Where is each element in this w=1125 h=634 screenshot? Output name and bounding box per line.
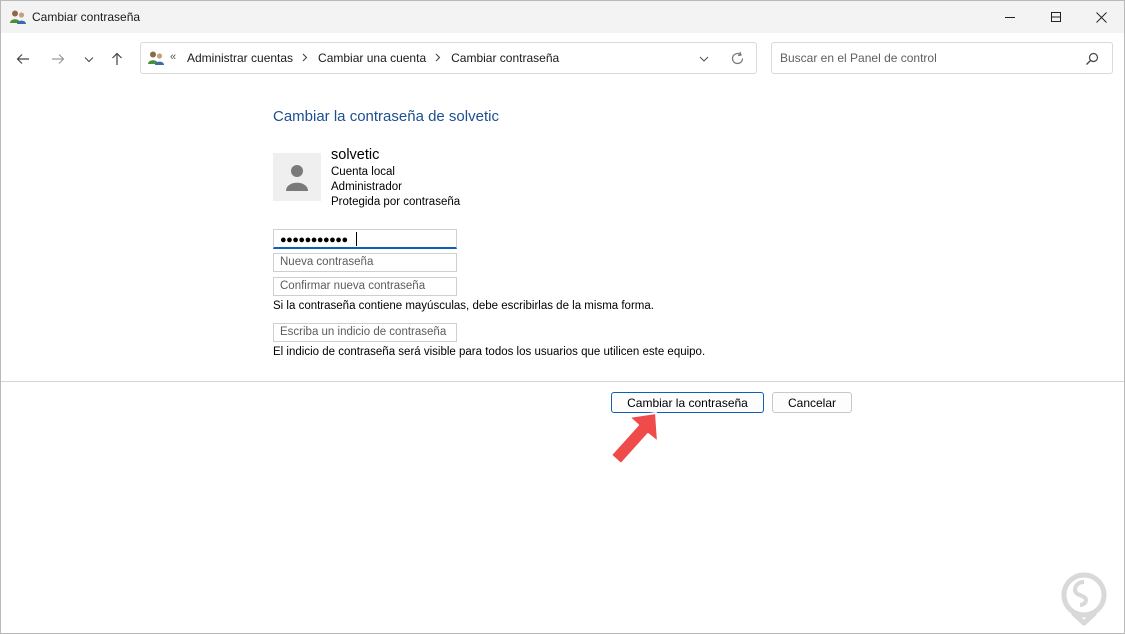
hint-visibility-note: El indicio de contraseña será visible pa… bbox=[273, 346, 706, 358]
up-button[interactable] bbox=[105, 45, 129, 73]
annotation-arrow-icon bbox=[610, 412, 659, 465]
search-input[interactable]: Buscar en el Panel de control bbox=[771, 42, 1113, 74]
user-avatar-icon bbox=[286, 165, 308, 191]
window: Cambiar contraseña « Administrar cuentas… bbox=[0, 0, 1125, 634]
navigation-bar: « Administrar cuentas Cambiar una cuenta… bbox=[1, 33, 1124, 85]
current-password-value: ●●●●●●●●●●● bbox=[280, 234, 348, 246]
up-arrow-icon bbox=[112, 52, 122, 65]
address-dropdown-icon[interactable] bbox=[698, 52, 712, 66]
watermark-logo bbox=[1061, 572, 1107, 626]
account-protection: Protegida por contraseña bbox=[331, 196, 461, 208]
user-name: solvetic bbox=[331, 147, 380, 163]
confirm-password-placeholder: Confirmar nueva contraseña bbox=[280, 280, 426, 292]
breadcrumb-item[interactable]: Administrar cuentas bbox=[186, 51, 294, 65]
forward-button[interactable] bbox=[46, 45, 70, 73]
breadcrumb-overflow[interactable]: « bbox=[170, 51, 176, 63]
avatar bbox=[273, 153, 321, 201]
users-icon bbox=[9, 9, 27, 25]
search-icon[interactable] bbox=[1085, 52, 1099, 66]
maximize-icon bbox=[1051, 12, 1061, 22]
account-type: Cuenta local bbox=[331, 166, 395, 178]
close-icon bbox=[1096, 11, 1107, 23]
window-title: Cambiar contraseña bbox=[32, 10, 141, 24]
cancel-label: Cancelar bbox=[787, 395, 837, 410]
refresh-icon[interactable] bbox=[730, 51, 746, 67]
password-hint-placeholder: Escriba un indicio de contraseña bbox=[280, 326, 447, 338]
minimize-button-area[interactable] bbox=[987, 1, 1033, 33]
confirm-password-field[interactable]: Confirmar nueva contraseña bbox=[273, 277, 457, 296]
back-arrow-icon bbox=[16, 54, 29, 64]
search-placeholder: Buscar en el Panel de control bbox=[780, 51, 937, 65]
new-password-field[interactable]: Nueva contraseña bbox=[273, 253, 457, 272]
close-button[interactable] bbox=[1079, 1, 1124, 33]
cancel-button[interactable]: Cancelar bbox=[772, 392, 852, 413]
case-sensitivity-note: Si la contraseña contiene mayúsculas, de… bbox=[273, 300, 654, 312]
control-panel-users-icon bbox=[147, 50, 165, 66]
current-password-field[interactable]: ●●●●●●●●●●● bbox=[273, 229, 457, 249]
breadcrumb: Administrar cuentas Cambiar una cuenta C… bbox=[186, 51, 560, 65]
chevron-down-icon bbox=[84, 56, 94, 62]
change-password-label: Cambiar la contraseña bbox=[627, 395, 748, 410]
chevron-right-icon[interactable] bbox=[435, 51, 441, 65]
recent-locations-button[interactable] bbox=[77, 45, 101, 73]
account-role: Administrador bbox=[331, 181, 402, 193]
title-bar: Cambiar contraseña bbox=[1, 1, 1124, 33]
breadcrumb-item[interactable]: Cambiar una cuenta bbox=[317, 51, 427, 65]
password-hint-field[interactable]: Escriba un indicio de contraseña bbox=[273, 323, 457, 342]
address-bar[interactable]: « Administrar cuentas Cambiar una cuenta… bbox=[140, 42, 757, 74]
divider bbox=[1, 381, 1124, 382]
back-button[interactable] bbox=[11, 45, 35, 73]
forward-arrow-icon bbox=[52, 54, 65, 64]
chevron-right-icon[interactable] bbox=[302, 51, 308, 65]
maximize-button[interactable] bbox=[1033, 1, 1079, 33]
minimize-icon bbox=[1005, 17, 1015, 18]
breadcrumb-item-current[interactable]: Cambiar contraseña bbox=[450, 51, 560, 65]
new-password-placeholder: Nueva contraseña bbox=[280, 256, 374, 268]
text-caret bbox=[356, 232, 357, 246]
page-title: Cambiar la contraseña de solvetic bbox=[273, 108, 499, 125]
